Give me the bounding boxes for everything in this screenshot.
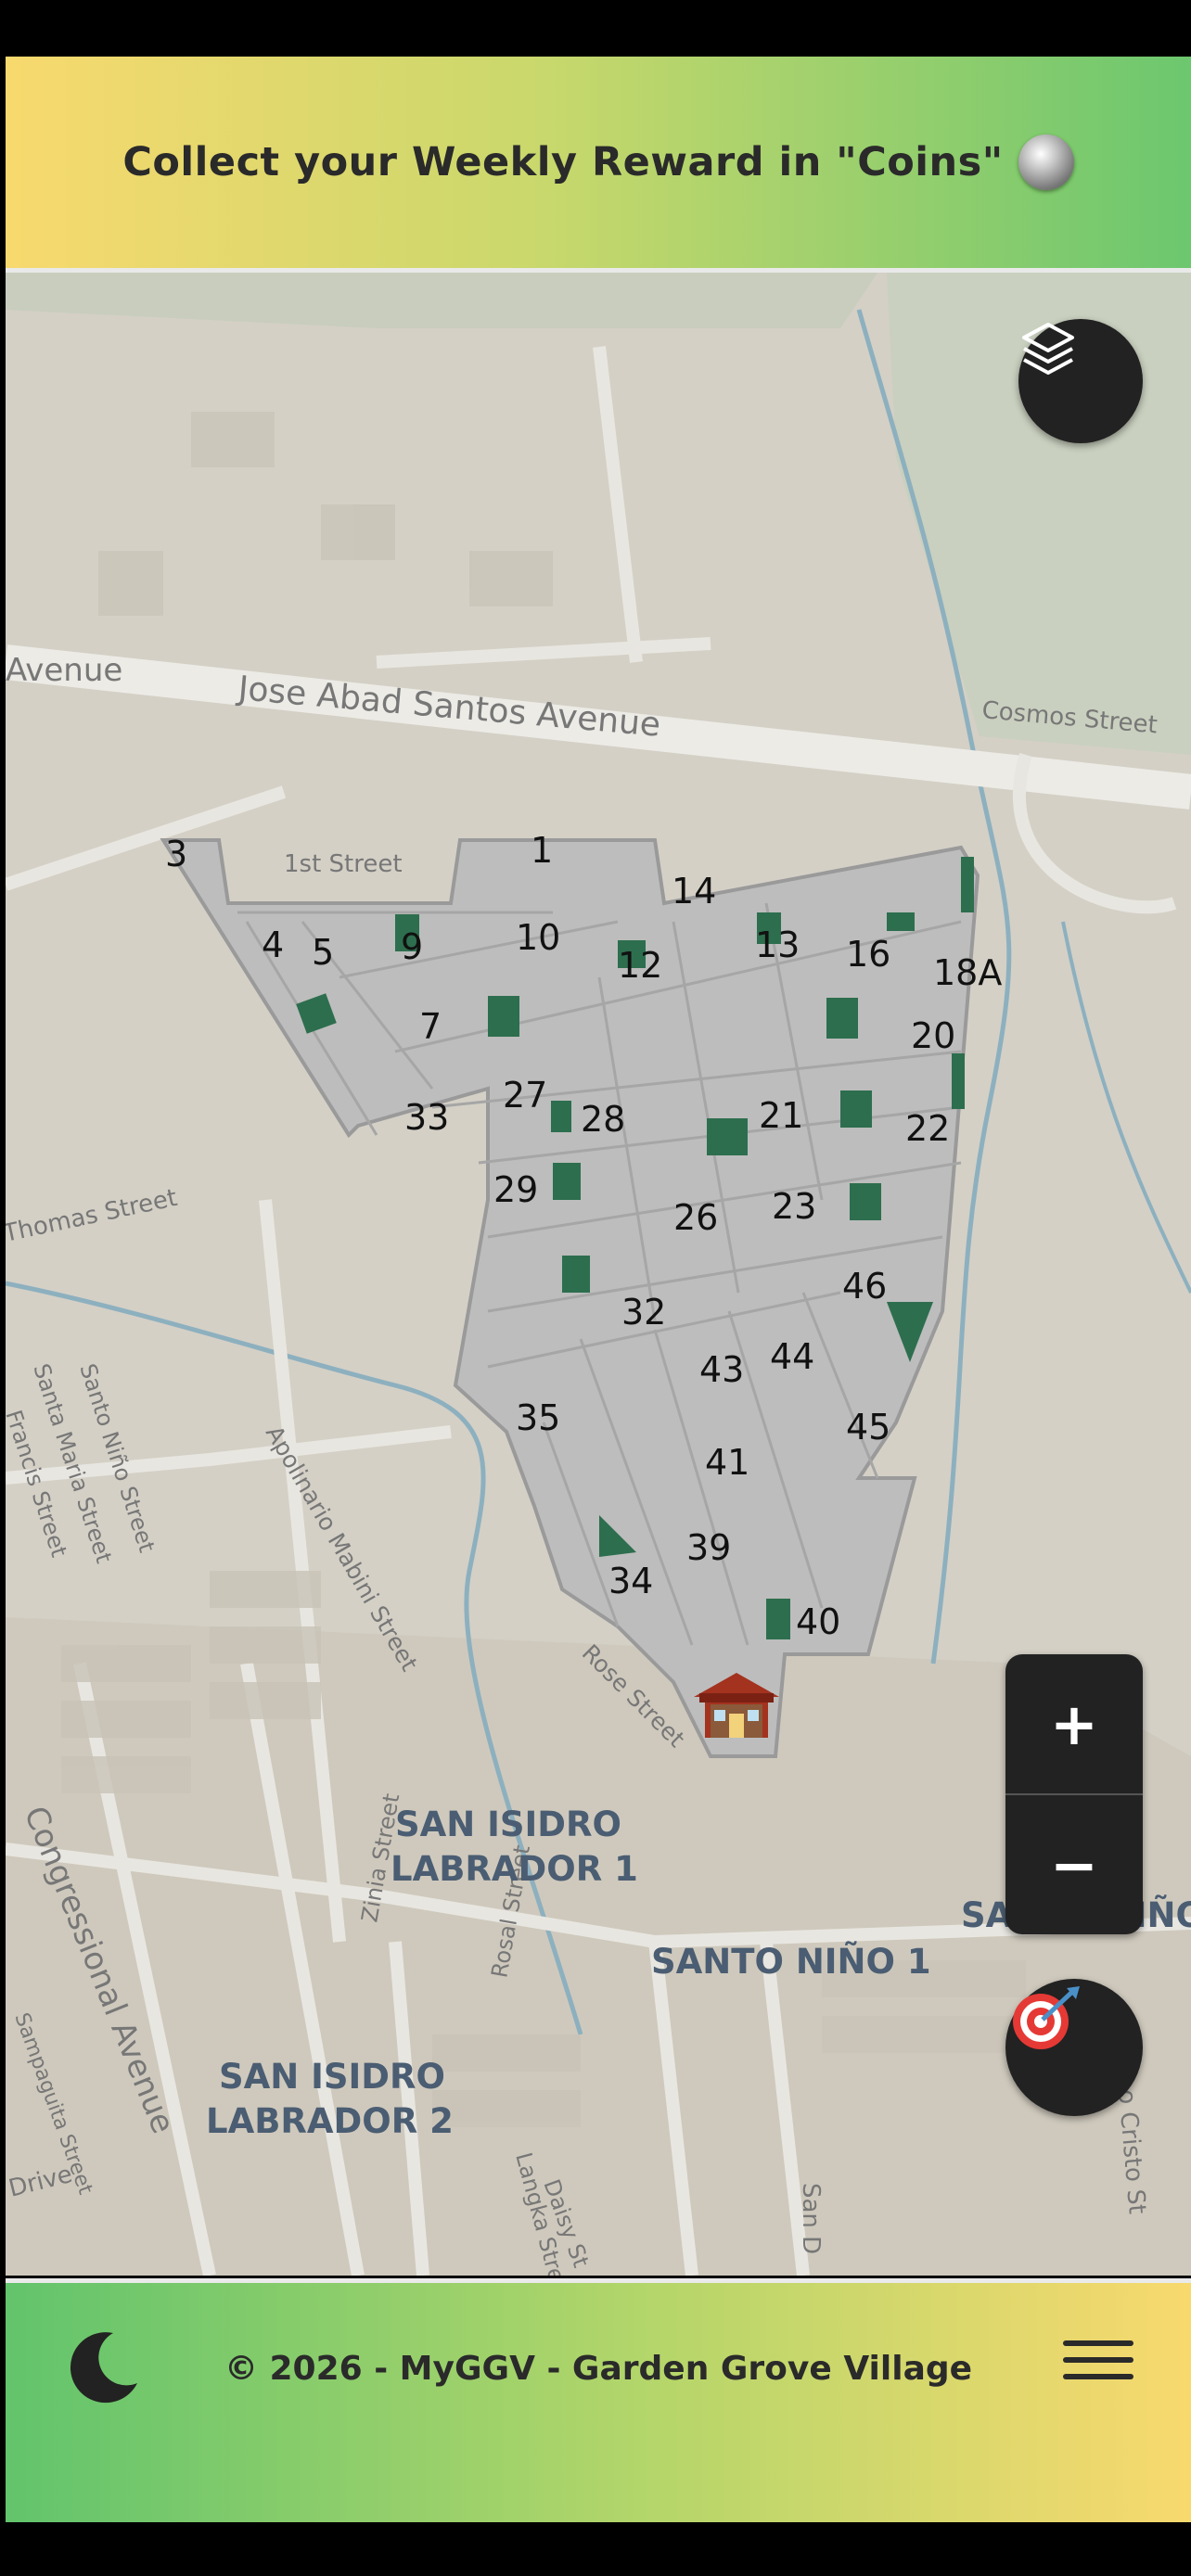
lot-label: 16 [846,934,890,975]
lot-label: 28 [581,1099,625,1140]
place-label-san-isidro-2-line2: LABRADOR 2 [206,2101,454,2141]
road-label-san-d: San D [797,2183,825,2254]
map-canvas: Jose Abad Santos Avenue Avenue Cosmos St… [6,273,1191,2276]
lot-label: 12 [618,945,662,986]
lot-label: 33 [404,1097,449,1138]
map-view[interactable]: Jose Abad Santos Avenue Avenue Cosmos St… [6,273,1191,2276]
lot-label: 32 [621,1292,666,1333]
lot-label: 46 [842,1266,887,1307]
lot-label: 22 [905,1108,950,1149]
lot-label: 10 [516,917,560,958]
road-label-1st-street: 1st Street [284,850,403,878]
lot-label: 41 [705,1442,749,1483]
lot-label: 40 [796,1601,840,1642]
footer-bar: © 2026 - MyGGV - Garden Grove Village [6,2278,1191,2522]
target-icon [1013,1986,1080,2049]
lot-label: 39 [686,1527,731,1568]
place-label-santo-nino-1: SANTO NIÑO 1 [651,1941,931,1982]
lot-label: 21 [759,1095,803,1136]
layers-button[interactable] [1018,319,1143,443]
place-label-san-isidro-1-line1: SAN ISIDRO [395,1804,621,1844]
reward-banner[interactable]: Collect your Weekly Reward in "Coins" [6,57,1191,273]
lot-label: 23 [772,1186,816,1227]
place-label-san-isidro-2-line1: SAN ISIDRO [219,2057,445,2097]
lot-label: 14 [672,871,716,912]
layers-icon [1022,323,1074,375]
lot-label: 45 [846,1407,890,1447]
zoom-out-button[interactable]: − [1005,1795,1143,1934]
coin-icon [1018,134,1074,190]
lot-label: 44 [770,1336,814,1377]
lot-label: 18A [933,952,1002,993]
lot-label: 4 [262,925,284,965]
hamburger-icon-line [1063,2374,1133,2379]
lot-label: 9 [401,926,423,967]
lot-label: 26 [673,1197,718,1238]
lot-label: 5 [312,932,334,973]
lot-label: 35 [516,1397,560,1438]
place-label-san-isidro-1-line2: LABRADOR 1 [391,1849,638,1889]
zoom-control: + − [1005,1654,1143,1934]
reward-banner-text: Collect your Weekly Reward in "Coins" [122,139,1004,185]
lot-label: 29 [493,1169,538,1210]
road-label-avenue: Avenue [6,652,122,689]
lot-label: 27 [503,1075,547,1116]
lot-label: 20 [911,1015,955,1056]
locate-button[interactable] [1005,1979,1143,2116]
lot-label: 1 [531,830,553,871]
lot-label: 43 [699,1349,744,1390]
hamburger-icon [1063,2340,1133,2346]
lot-label: 3 [165,834,187,874]
lot-label: 13 [755,925,800,965]
lot-label: 34 [608,1561,653,1601]
lot-label: 7 [419,1006,442,1047]
hamburger-icon-line [1063,2357,1133,2363]
zoom-in-button[interactable]: + [1005,1654,1143,1793]
copyright-text: © 2026 - MyGGV - Garden Grove Village [224,2350,973,2388]
menu-button[interactable] [1063,2340,1133,2396]
